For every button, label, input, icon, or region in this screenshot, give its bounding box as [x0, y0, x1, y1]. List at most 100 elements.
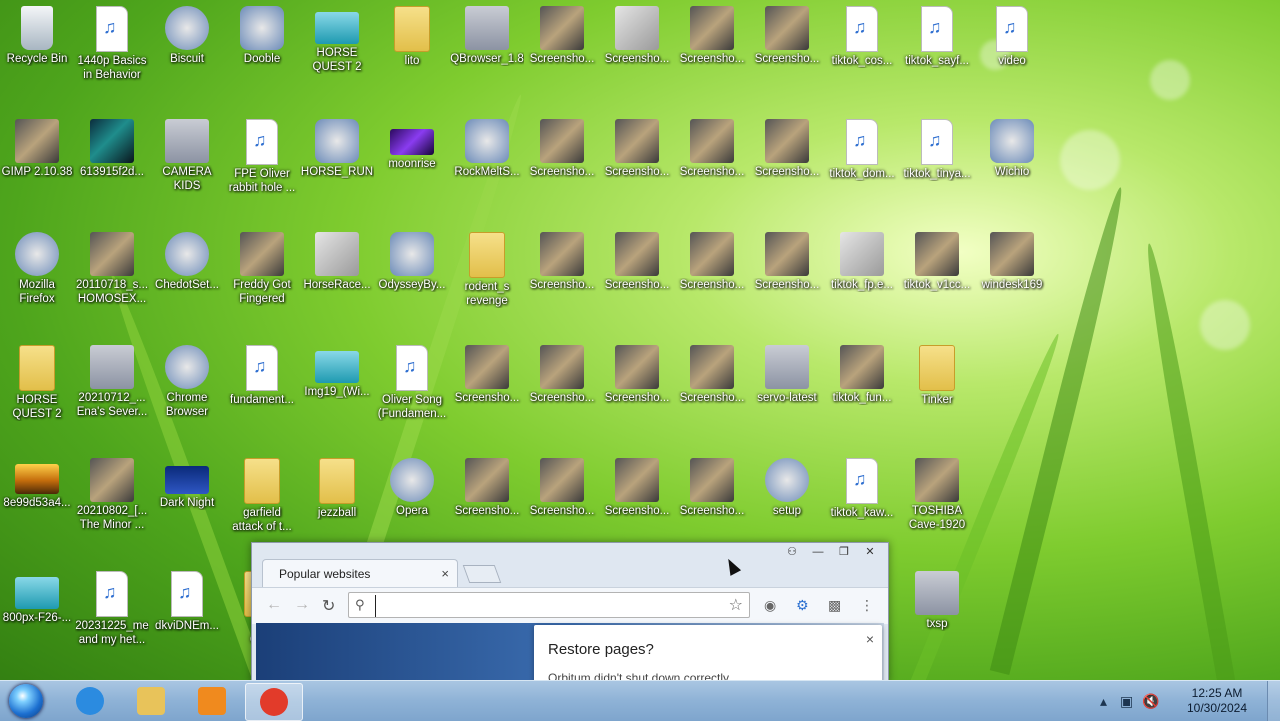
desktop-icon[interactable]: ChedotSet...: [150, 226, 224, 292]
taskbar-orbitum[interactable]: [245, 683, 303, 721]
desktop-icon[interactable]: Mozilla Firefox: [0, 226, 74, 306]
taskbar-internet-explorer[interactable]: [62, 683, 118, 719]
desktop-icon[interactable]: Img19_(Wi...: [300, 339, 374, 399]
desktop-icon[interactable]: Screensho...: [450, 339, 524, 405]
maximize-button[interactable]: ❐: [832, 545, 856, 560]
minimize-button[interactable]: —: [806, 545, 830, 560]
desktop-icon[interactable]: Screensho...: [675, 452, 749, 518]
desktop-icon[interactable]: 800px-F26-...: [0, 565, 74, 625]
desktop-icon[interactable]: Screensho...: [600, 452, 674, 518]
clock[interactable]: 12:25 AM 10/30/2024: [1182, 686, 1252, 716]
desktop-icon[interactable]: FPE Oliver rabbit hole ...: [225, 113, 299, 195]
desktop-icon[interactable]: Screensho...: [525, 0, 599, 66]
desktop-icon[interactable]: Screensho...: [600, 226, 674, 292]
desktop-icon[interactable]: tiktok_fp.e...: [825, 226, 899, 292]
desktop-icon[interactable]: moonrise: [375, 113, 449, 171]
desktop-icon[interactable]: OdysseyBy...: [375, 226, 449, 292]
show-desktop-button[interactable]: [1267, 681, 1280, 721]
address-input[interactable]: [375, 595, 720, 617]
show-hidden-icons-icon[interactable]: ▴: [1100, 693, 1107, 710]
desktop-icon[interactable]: HorseRace...: [300, 226, 374, 292]
desktop-icon[interactable]: Screensho...: [675, 0, 749, 66]
desktop-icon[interactable]: servo-latest: [750, 339, 824, 405]
taskbar-file-explorer[interactable]: [123, 683, 179, 719]
desktop-icon[interactable]: tiktok_tinya...: [900, 113, 974, 181]
desktop-icon[interactable]: tiktok_v1cc...: [900, 226, 974, 292]
volume-muted-icon[interactable]: 🔇: [1142, 693, 1159, 710]
desktop-icon[interactable]: Screensho...: [600, 339, 674, 405]
desktop-icon[interactable]: GIMP 2.10.38: [0, 113, 74, 179]
network-icon[interactable]: ▣: [1120, 693, 1133, 710]
extension-icon[interactable]: ◉: [764, 597, 776, 614]
desktop-icon[interactable]: 8e99d53a4...: [0, 452, 74, 510]
forward-arrow-icon[interactable]: →: [294, 596, 310, 614]
desktop-icon[interactable]: QBrowser_1.8: [450, 0, 524, 66]
tab-popular-websites[interactable]: Popular websites ×: [262, 559, 458, 587]
desktop-icon[interactable]: Dark Night: [150, 452, 224, 510]
desktop-icon[interactable]: HORSE QUEST 2: [300, 0, 374, 74]
desktop-icon[interactable]: Wichio: [975, 113, 1049, 179]
desktop-icon[interactable]: Screensho...: [525, 339, 599, 405]
desktop-icon[interactable]: rodent_s revenge: [450, 226, 524, 308]
desktop-icon[interactable]: Dooble: [225, 0, 299, 66]
desktop-icon[interactable]: tiktok_sayf...: [900, 0, 974, 68]
desktop-icon[interactable]: Screensho...: [675, 226, 749, 292]
taskbar-media-player[interactable]: [184, 683, 240, 719]
menu-icon[interactable]: ⋮: [860, 597, 874, 614]
desktop-icon[interactable]: Screensho...: [525, 113, 599, 179]
desktop-icon[interactable]: jezzball: [300, 452, 374, 520]
dialog-close-icon[interactable]: ×: [866, 631, 874, 647]
desktop-icon[interactable]: Screensho...: [450, 452, 524, 518]
desktop-icon[interactable]: tiktok_kaw...: [825, 452, 899, 520]
desktop-icon[interactable]: TOSHIBA Cave-1920: [900, 452, 974, 532]
tab-close-icon[interactable]: ×: [441, 560, 449, 588]
desktop-icon[interactable]: Oliver Song (Fundamen...: [375, 339, 449, 421]
desktop-icon[interactable]: Screensho...: [525, 226, 599, 292]
desktop-icon[interactable]: Screensho...: [750, 226, 824, 292]
translate-icon[interactable]: ⚙: [796, 597, 809, 614]
desktop-icon[interactable]: garfield attack of t...: [225, 452, 299, 534]
desktop-icon[interactable]: 20210712_... Ena's Sever...: [75, 339, 149, 419]
desktop-icon[interactable]: Biscuit: [150, 0, 224, 66]
desktop-icon[interactable]: video: [975, 0, 1049, 68]
desktop-icon[interactable]: 20231225_me and my het...: [75, 565, 149, 647]
profile-button[interactable]: ⚇: [780, 545, 804, 560]
desktop-icon[interactable]: tiktok_fun...: [825, 339, 899, 405]
desktop-icon[interactable]: setup: [750, 452, 824, 518]
desktop-icon[interactable]: RockMeltS...: [450, 113, 524, 179]
desktop-icon[interactable]: 20110718_s... HOMOSEX...: [75, 226, 149, 306]
desktop-icon[interactable]: Tinker: [900, 339, 974, 407]
desktop-icon[interactable]: Screensho...: [675, 113, 749, 179]
desktop-icon[interactable]: Screensho...: [525, 452, 599, 518]
close-button[interactable]: ✕: [858, 545, 882, 560]
desktop-icon[interactable]: 613915f2d...: [75, 113, 149, 179]
desktop-icon[interactable]: 20210802_[... The Minor ...: [75, 452, 149, 532]
desktop-icon[interactable]: tiktok_dom...: [825, 113, 899, 181]
desktop-icon[interactable]: HORSE_RUN: [300, 113, 374, 179]
start-button[interactable]: [4, 683, 48, 719]
desktop-icon[interactable]: Screensho...: [600, 0, 674, 66]
desktop-icon[interactable]: Freddy Got Fingered: [225, 226, 299, 306]
desktop-icon[interactable]: Recycle Bin: [0, 0, 74, 66]
address-bar[interactable]: ⚲ ☆: [348, 592, 750, 618]
cast-icon[interactable]: ▩: [828, 597, 841, 614]
desktop-icon[interactable]: HORSE QUEST 2: [0, 339, 74, 421]
desktop-icon[interactable]: txsp: [900, 565, 974, 631]
new-tab-button[interactable]: [462, 565, 502, 583]
desktop-icon[interactable]: CAMERA KIDS: [150, 113, 224, 193]
reload-icon[interactable]: ↻: [322, 596, 335, 616]
browser-window[interactable]: ⚇ — ❐ ✕ Popular websites × ← → ↻ ⚲ ☆ ◉ ⚙…: [251, 542, 889, 695]
desktop-icon[interactable]: lito: [375, 0, 449, 68]
desktop-icon[interactable]: Screensho...: [600, 113, 674, 179]
desktop-icon[interactable]: 1440p Basics in Behavior: [75, 0, 149, 82]
desktop-icon[interactable]: Screensho...: [750, 113, 824, 179]
desktop-icon[interactable]: Opera: [375, 452, 449, 518]
desktop-icon[interactable]: Screensho...: [750, 0, 824, 66]
desktop-icon[interactable]: dkviDNEm...: [150, 565, 224, 633]
bookmark-star-icon[interactable]: ☆: [729, 595, 743, 615]
desktop-icon[interactable]: tiktok_cos...: [825, 0, 899, 68]
desktop-icon[interactable]: fundament...: [225, 339, 299, 407]
desktop-icon[interactable]: Chrome Browser: [150, 339, 224, 419]
back-arrow-icon[interactable]: ←: [266, 596, 282, 614]
desktop-icon[interactable]: Screensho...: [675, 339, 749, 405]
